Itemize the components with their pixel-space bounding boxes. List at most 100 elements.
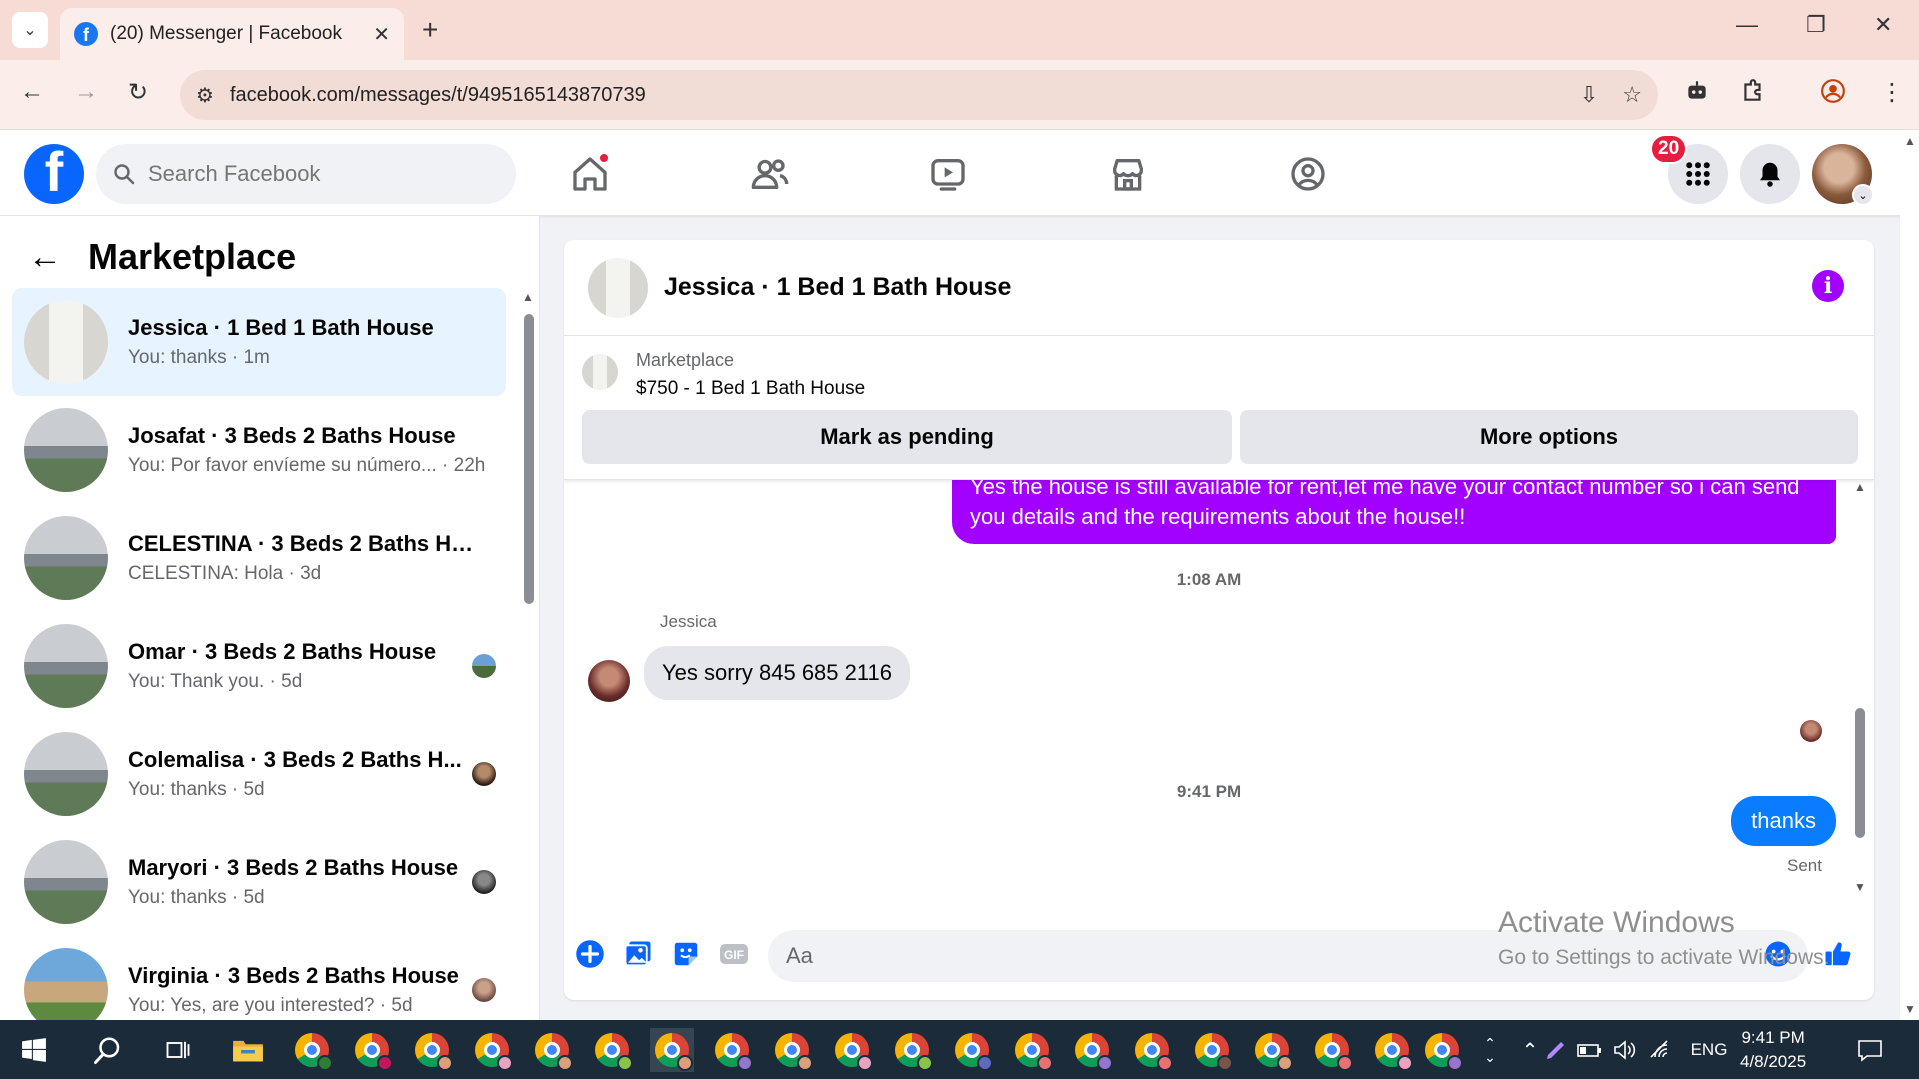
address-bar[interactable]: ⚙ facebook.com/messages/t/94951651438707… <box>180 70 1658 120</box>
scrollbar-thumb[interactable] <box>1855 708 1865 838</box>
back-arrow-icon[interactable]: ← <box>28 238 62 277</box>
more-options-button[interactable]: More options <box>1240 410 1858 464</box>
mark-as-pending-button[interactable]: Mark as pending <box>582 410 1232 464</box>
facebook-search-input[interactable] <box>148 161 448 187</box>
chrome-taskbar-button[interactable] <box>350 1028 394 1072</box>
conversation-item[interactable]: Josafat · 3 Beds 2 Baths House You: Por … <box>12 396 506 504</box>
conversation-item[interactable]: Virginia · 3 Beds 2 Baths House You: Yes… <box>12 936 506 1020</box>
conversation-item[interactable]: Maryori · 3 Beds 2 Baths House You: than… <box>12 828 506 936</box>
conversation-item[interactable]: Omar · 3 Beds 2 Baths House You: Thank y… <box>12 612 506 720</box>
reload-icon[interactable]: ↻ <box>128 78 148 107</box>
chrome-taskbar-button[interactable] <box>530 1028 574 1072</box>
taskbar-search-button[interactable] <box>86 1028 130 1072</box>
taskbar-clock[interactable]: 9:41 PM 4/8/2025 <box>1740 1026 1806 1074</box>
friends-nav-button[interactable] <box>748 152 792 196</box>
new-tab-button[interactable]: + <box>422 14 438 46</box>
chrome-icon <box>415 1033 453 1071</box>
wifi-button[interactable] <box>1640 1028 1684 1072</box>
incoming-message-bubble[interactable]: Yes sorry 845 685 2116 <box>644 646 910 700</box>
chrome-taskbar-button[interactable] <box>830 1028 874 1072</box>
scroll-up-icon[interactable]: ▲ <box>1904 134 1916 148</box>
chevron-up-icon[interactable]: ⌃ <box>1484 1036 1496 1050</box>
gaming-nav-button[interactable] <box>1286 152 1330 196</box>
chrome-icon <box>1375 1033 1413 1071</box>
taskbar-scroll-arrows[interactable]: ⌃ ⌄ <box>1478 1028 1502 1072</box>
sidebar-scrollbar[interactable]: ▲ ▼ <box>522 290 534 1020</box>
chrome-taskbar-button[interactable] <box>1130 1028 1174 1072</box>
facebook-logo-icon[interactable]: f <box>24 144 84 204</box>
bookmark-star-icon[interactable]: ☆ <box>1622 82 1642 108</box>
chat-listing-avatar[interactable] <box>588 257 648 318</box>
action-center-button[interactable] <box>1848 1028 1892 1072</box>
task-view-button[interactable] <box>156 1028 200 1072</box>
file-explorer-button[interactable] <box>226 1028 270 1072</box>
chrome-taskbar-button[interactable] <box>650 1028 694 1072</box>
conversation-item[interactable]: Colemalisa · 3 Beds 2 Baths H... You: th… <box>12 720 506 828</box>
sticker-button[interactable] <box>670 938 702 970</box>
chevron-down-icon[interactable]: ⌄ <box>1484 1050 1496 1064</box>
window-close-icon[interactable]: ✕ <box>1874 12 1892 38</box>
profile-badge <box>797 1055 813 1071</box>
marketplace-nav-button[interactable] <box>1106 152 1150 196</box>
input-language-button[interactable]: ENG <box>1686 1028 1732 1072</box>
conversation-item[interactable]: Jessica · 1 Bed 1 Bath House You: thanks… <box>12 288 506 396</box>
message-input[interactable] <box>768 930 1808 982</box>
browser-tab-bar: ⌄ f (20) Messenger | Facebook ✕ + — ❐ ✕ <box>0 0 1919 60</box>
add-actions-button[interactable] <box>574 938 606 970</box>
scroll-up-icon[interactable]: ▲ <box>522 290 534 304</box>
notifications-button[interactable] <box>1740 144 1800 204</box>
chrome-taskbar-button[interactable] <box>290 1028 334 1072</box>
windows-start-button[interactable] <box>12 1028 56 1072</box>
chrome-menu-icon[interactable]: ⋮ <box>1880 78 1904 107</box>
chrome-taskbar-button[interactable] <box>1370 1028 1414 1072</box>
chat-scrollbar[interactable]: ▲ ▼ <box>1854 480 1866 904</box>
info-icon[interactable]: i <box>1812 270 1844 302</box>
chrome-taskbar-button[interactable] <box>890 1028 934 1072</box>
chrome-taskbar-button[interactable] <box>1070 1028 1114 1072</box>
chrome-taskbar-button[interactable] <box>470 1028 514 1072</box>
video-nav-button[interactable] <box>926 152 970 196</box>
minimize-icon[interactable]: — <box>1736 12 1758 38</box>
like-button[interactable] <box>1822 938 1854 970</box>
chrome-taskbar-button[interactable] <box>1310 1028 1354 1072</box>
tab-close-icon[interactable]: ✕ <box>373 22 390 47</box>
chrome-taskbar-button[interactable] <box>410 1028 454 1072</box>
gif-button[interactable]: GIF <box>718 938 750 970</box>
scroll-down-icon[interactable]: ▼ <box>1904 1002 1916 1016</box>
chrome-taskbar-button[interactable] <box>1420 1028 1464 1072</box>
outgoing-message-bubble[interactable]: Yes the house is still available for ren… <box>952 480 1836 544</box>
chrome-taskbar-button[interactable] <box>770 1028 814 1072</box>
listing-price[interactable]: $750 - 1 Bed 1 Bath House <box>636 378 865 400</box>
chrome-taskbar-button[interactable] <box>1190 1028 1234 1072</box>
chevron-down-icon[interactable]: ⌄ <box>1852 184 1874 206</box>
facebook-search-box[interactable] <box>96 144 516 204</box>
scrollbar-thumb[interactable] <box>524 314 534 604</box>
outgoing-message-bubble[interactable]: thanks <box>1731 796 1836 846</box>
forward-arrow-icon[interactable]: → <box>74 78 98 106</box>
chrome-taskbar-button[interactable] <box>590 1028 634 1072</box>
listing-thumbnail <box>24 300 108 384</box>
install-app-icon[interactable]: ⇩ <box>1580 82 1598 108</box>
chrome-taskbar-button[interactable] <box>950 1028 994 1072</box>
page-scrollbar[interactable]: ▲ ▼ <box>1900 130 1919 1020</box>
scroll-up-icon[interactable]: ▲ <box>1854 480 1866 494</box>
home-nav-button[interactable] <box>568 152 612 196</box>
chrome-taskbar-button[interactable] <box>1250 1028 1294 1072</box>
assistant-icon[interactable] <box>1684 78 1710 111</box>
chrome-taskbar-button[interactable] <box>710 1028 754 1072</box>
conversation-item[interactable]: CELESTINA · 3 Beds 2 Baths Hou... CELEST… <box>12 504 506 612</box>
chrome-taskbar-button[interactable] <box>1010 1028 1054 1072</box>
sender-avatar[interactable] <box>588 660 630 702</box>
restore-icon[interactable]: ❐ <box>1806 12 1826 38</box>
site-info-icon[interactable]: ⚙ <box>196 83 214 108</box>
attach-photo-button[interactable] <box>622 938 654 970</box>
back-arrow-icon[interactable]: ← <box>20 78 44 106</box>
emoji-button[interactable] <box>1762 938 1794 970</box>
browser-tab-active[interactable]: f (20) Messenger | Facebook ✕ <box>60 8 404 60</box>
tab-search-button[interactable]: ⌄ <box>12 12 48 48</box>
extensions-icon[interactable] <box>1740 78 1766 111</box>
listing-thumbnail[interactable] <box>582 354 618 390</box>
chat-title[interactable]: Jessica · 1 Bed 1 Bath House <box>664 273 1011 302</box>
chrome-profile-icon[interactable] <box>1820 78 1846 111</box>
scroll-down-icon[interactable]: ▼ <box>1854 880 1866 894</box>
